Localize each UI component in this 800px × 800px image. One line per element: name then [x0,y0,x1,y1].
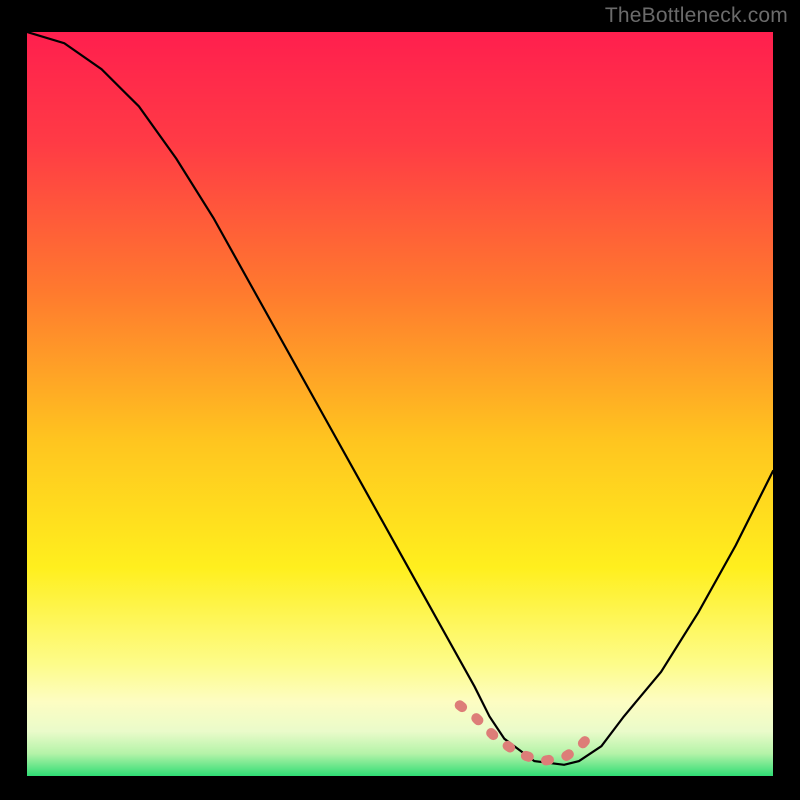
chart-frame: { "watermark": "TheBottleneck.com", "cha… [0,0,800,800]
chart-svg [0,0,800,800]
watermark-text: TheBottleneck.com [605,4,788,28]
plot-background [27,32,773,776]
